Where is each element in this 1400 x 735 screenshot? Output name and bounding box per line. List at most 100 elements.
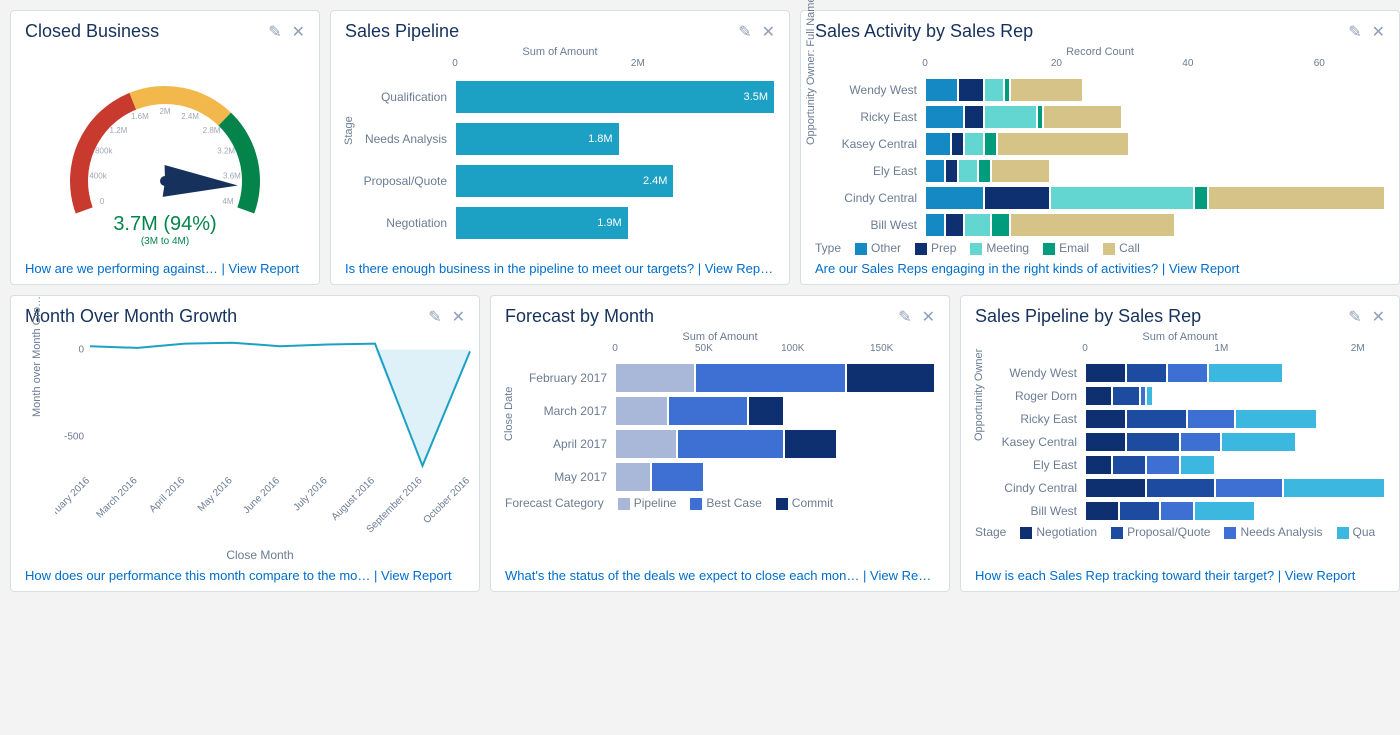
bar-segment[interactable]: [615, 396, 668, 426]
edit-icon[interactable]: ✎: [1348, 22, 1361, 42]
bar-segment[interactable]: [677, 429, 784, 459]
close-icon[interactable]: ✕: [292, 22, 305, 42]
bar-segment[interactable]: 3.5M: [455, 80, 775, 114]
bar-segment[interactable]: [1112, 386, 1139, 406]
bar-segment[interactable]: [1194, 501, 1255, 521]
edit-icon[interactable]: ✎: [738, 22, 751, 42]
bar-segment[interactable]: [1208, 363, 1283, 383]
bar-segment[interactable]: 2.4M: [455, 164, 674, 198]
bar-segment[interactable]: [991, 213, 1011, 237]
bar-segment[interactable]: [978, 159, 991, 183]
bar-segment[interactable]: [1010, 213, 1174, 237]
bar-segment[interactable]: [984, 132, 997, 156]
bar-segment[interactable]: [1085, 478, 1146, 498]
bar-segment[interactable]: [1146, 386, 1153, 406]
legend-item[interactable]: Needs Analysis: [1224, 525, 1322, 539]
bar-segment[interactable]: [945, 213, 965, 237]
edit-icon[interactable]: ✎: [898, 307, 911, 327]
bar-segment[interactable]: [1194, 186, 1207, 210]
edit-icon[interactable]: ✎: [428, 307, 441, 327]
bar-segment[interactable]: [615, 429, 677, 459]
legend-item[interactable]: Email: [1043, 241, 1089, 255]
legend-item[interactable]: Pipeline: [618, 496, 677, 510]
bar-segment[interactable]: [984, 186, 1050, 210]
bar-segment[interactable]: [1140, 386, 1147, 406]
edit-icon[interactable]: ✎: [268, 22, 281, 42]
bar-segment[interactable]: [1085, 386, 1112, 406]
bar-segment[interactable]: [1126, 409, 1187, 429]
bar-segment[interactable]: [651, 462, 704, 492]
bar-segment[interactable]: [846, 363, 935, 393]
bar-segment[interactable]: [1160, 501, 1194, 521]
bar-segment[interactable]: [695, 363, 846, 393]
legend-item[interactable]: Proposal/Quote: [1111, 525, 1210, 539]
legend-item[interactable]: Qua: [1337, 525, 1376, 539]
bar-segment[interactable]: [1167, 363, 1208, 383]
bar-segment[interactable]: [615, 462, 651, 492]
card-footnote[interactable]: How is each Sales Rep tracking toward th…: [975, 568, 1274, 583]
bar-segment[interactable]: [748, 396, 784, 426]
bar-segment[interactable]: [1215, 478, 1283, 498]
view-report-link[interactable]: View Report: [1169, 261, 1240, 276]
bar-segment[interactable]: [1119, 501, 1160, 521]
bar-segment[interactable]: [1221, 432, 1296, 452]
bar-segment[interactable]: [925, 105, 964, 129]
legend-item[interactable]: Call: [1103, 241, 1140, 255]
view-report-link[interactable]: View Report: [229, 261, 300, 276]
close-icon[interactable]: ✕: [762, 22, 775, 42]
close-icon[interactable]: ✕: [452, 307, 465, 327]
bar-segment[interactable]: [668, 396, 748, 426]
view-report-link[interactable]: View Report: [705, 261, 775, 276]
card-footnote[interactable]: How does our performance this month comp…: [25, 568, 370, 583]
bar-segment[interactable]: [1187, 409, 1235, 429]
close-icon[interactable]: ✕: [922, 307, 935, 327]
card-footnote[interactable]: Is there enough business in the pipeline…: [345, 261, 694, 276]
bar-segment[interactable]: [964, 132, 984, 156]
bar-segment[interactable]: [925, 186, 984, 210]
bar-segment[interactable]: [925, 78, 958, 102]
view-report-link[interactable]: View Report: [870, 568, 935, 583]
bar-segment[interactable]: [1010, 78, 1082, 102]
bar-segment[interactable]: 1.9M: [455, 206, 629, 240]
bar-segment[interactable]: [925, 213, 945, 237]
bar-segment[interactable]: [1126, 363, 1167, 383]
bar-segment[interactable]: [925, 159, 945, 183]
card-footnote[interactable]: What's the status of the deals we expect…: [505, 568, 859, 583]
legend-item[interactable]: Best Case: [690, 496, 761, 510]
card-footnote[interactable]: How are we performing against…: [25, 261, 218, 276]
bar-segment[interactable]: [964, 105, 984, 129]
close-icon[interactable]: ✕: [1372, 307, 1385, 327]
bar-segment[interactable]: [1085, 501, 1119, 521]
bar-segment[interactable]: 1.8M: [455, 122, 620, 156]
close-icon[interactable]: ✕: [1372, 22, 1385, 42]
bar-segment[interactable]: [1208, 186, 1385, 210]
bar-segment[interactable]: [1126, 432, 1181, 452]
bar-segment[interactable]: [1043, 105, 1122, 129]
bar-segment[interactable]: [1180, 432, 1221, 452]
legend-item[interactable]: Negotiation: [1020, 525, 1097, 539]
bar-segment[interactable]: [1085, 432, 1126, 452]
legend-item[interactable]: Commit: [776, 496, 833, 510]
view-report-link[interactable]: View Report: [381, 568, 452, 583]
card-footnote[interactable]: Are our Sales Reps engaging in the right…: [815, 261, 1158, 276]
legend-item[interactable]: Other: [855, 241, 901, 255]
bar-segment[interactable]: [1146, 455, 1180, 475]
bar-segment[interactable]: [1112, 455, 1146, 475]
bar-segment[interactable]: [964, 213, 990, 237]
bar-segment[interactable]: [991, 159, 1050, 183]
bar-segment[interactable]: [1085, 363, 1126, 383]
bar-segment[interactable]: [784, 429, 837, 459]
bar-segment[interactable]: [958, 78, 984, 102]
bar-segment[interactable]: [1050, 186, 1195, 210]
bar-segment[interactable]: [615, 363, 695, 393]
bar-segment[interactable]: [1085, 455, 1112, 475]
legend-item[interactable]: Prep: [915, 241, 956, 255]
bar-segment[interactable]: [997, 132, 1128, 156]
edit-icon[interactable]: ✎: [1348, 307, 1361, 327]
bar-segment[interactable]: [945, 159, 958, 183]
bar-segment[interactable]: [958, 159, 978, 183]
view-report-link[interactable]: View Report: [1285, 568, 1356, 583]
bar-segment[interactable]: [925, 132, 951, 156]
bar-segment[interactable]: [984, 78, 1004, 102]
bar-segment[interactable]: [1235, 409, 1317, 429]
